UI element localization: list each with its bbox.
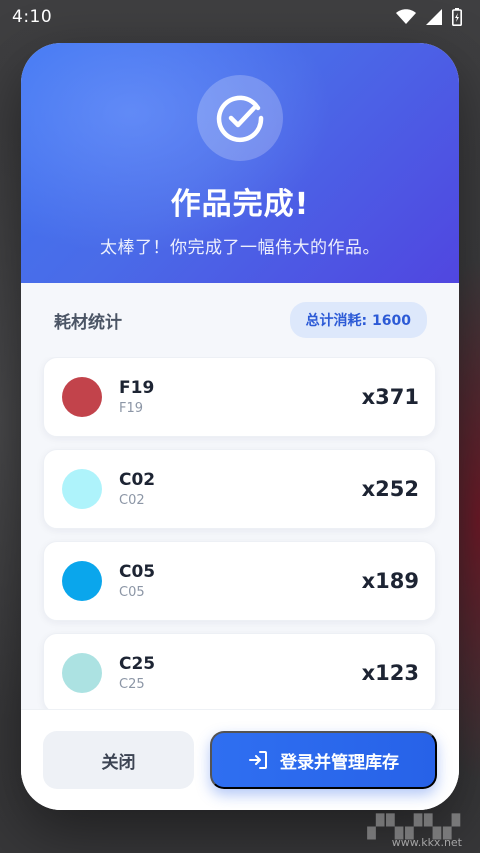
list-item: C02 C02 x252 [43,449,436,529]
item-subcode: C25 [119,677,145,692]
item-text: F19 F19 [119,378,362,416]
list-item: F19 F19 x371 [43,357,436,437]
dialog-header: 作品完成! 太棒了！你完成了一幅伟大的作品。 [21,43,459,283]
cellular-signal-icon [426,9,442,25]
login-arrow-icon [249,751,267,769]
item-text: C05 C05 [119,562,362,600]
item-count: x123 [361,661,419,685]
material-list[interactable]: F19 F19 x371 C02 C02 x252 C05 C05 x189 C… [21,357,459,709]
item-subcode: C02 [119,493,145,508]
item-code: F19 [119,378,155,398]
status-bar: 4:10 [0,0,480,34]
dialog-title: 作品完成! [170,187,310,222]
item-code: C25 [119,654,156,674]
completion-dialog: 作品完成! 太棒了！你完成了一幅伟大的作品。 耗材统计 总计消耗: 1600 F… [21,43,459,810]
close-button[interactable]: 关闭 [43,731,194,789]
list-item: C25 C25 x123 [43,633,436,709]
item-count: x252 [361,477,419,501]
item-text: C02 C02 [119,470,362,508]
color-swatch [62,561,102,601]
item-code: C05 [119,562,156,582]
item-text: C25 C25 [119,654,362,692]
dialog-subtitle: 太棒了！你完成了一幅伟大的作品。 [100,238,380,258]
battery-charging-icon [452,8,462,26]
login-button-label: 登录并管理库存 [280,752,399,772]
color-swatch [62,469,102,509]
status-icons [396,8,462,26]
color-swatch [62,377,102,417]
total-consumption-badge: 总计消耗: 1600 [289,302,427,338]
check-circle-icon [216,95,264,143]
item-code: C02 [119,470,156,490]
item-subcode: C05 [119,585,145,600]
stats-label: 耗材统计 [54,312,122,333]
wifi-icon [396,9,416,24]
list-item: C05 C05 x189 [43,541,436,621]
item-count: x371 [361,385,419,409]
status-time: 4:10 [12,7,53,27]
item-count: x189 [361,569,419,593]
item-subcode: F19 [119,401,144,416]
watermark: ▞▚▞▚▞ www.kkx.net [367,815,462,849]
color-swatch [62,653,102,693]
dialog-footer: 关闭 登录并管理库存 [21,709,459,810]
check-circle-badge [197,75,283,161]
login-manage-inventory-button[interactable]: 登录并管理库存 [210,731,437,789]
stats-bar: 耗材统计 总计消耗: 1600 [21,283,459,357]
